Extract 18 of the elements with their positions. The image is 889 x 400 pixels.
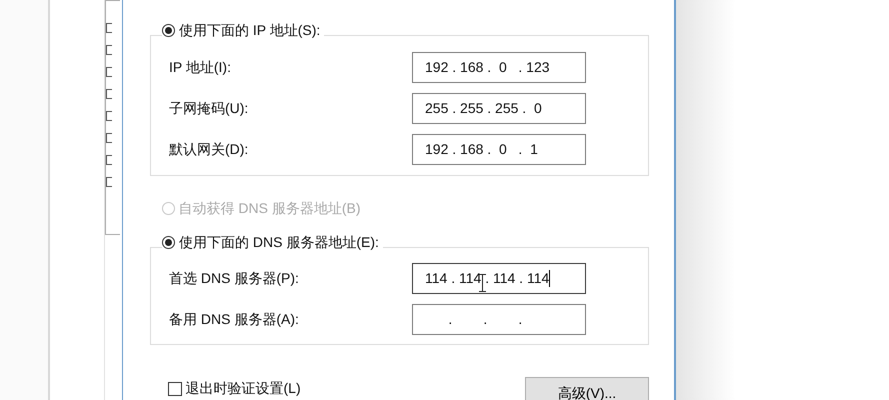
field-label: 首选 DNS 服务器(P): [169,269,300,288]
checkbox[interactable] [168,382,182,396]
radio-label: 使用下面的 DNS 服务器地址(E): [179,232,379,252]
radio-label: 使用下面的 IP 地址(S): [179,20,320,40]
checkbox-label: 退出时验证设置(L) [186,379,301,398]
field-label: 默认网关(D): [169,140,250,159]
radio-button[interactable] [162,24,175,36]
radio-button[interactable] [162,236,175,248]
field-label: IP 地址(I): [169,58,232,77]
field-label: 子网掩码(U): [169,99,250,118]
field-label: 备用 DNS 服务器(A): [169,310,300,329]
radio-label: 自动获得 DNS 服务器地址(B) [178,198,360,218]
ip-address-field[interactable]: 192 . 168 . 0 . 1 [412,134,586,165]
ip-address-field[interactable]: 255 . 255 . 255 . 0 [412,93,586,124]
ip-address-field[interactable]: 192 . 168 . 0 . 123 [412,52,586,83]
ip-address-field[interactable]: 114 . 114 . 114 . 114 [412,263,586,294]
text-cursor-icon [479,274,486,292]
ip-address-field[interactable]: . . . [412,304,586,335]
